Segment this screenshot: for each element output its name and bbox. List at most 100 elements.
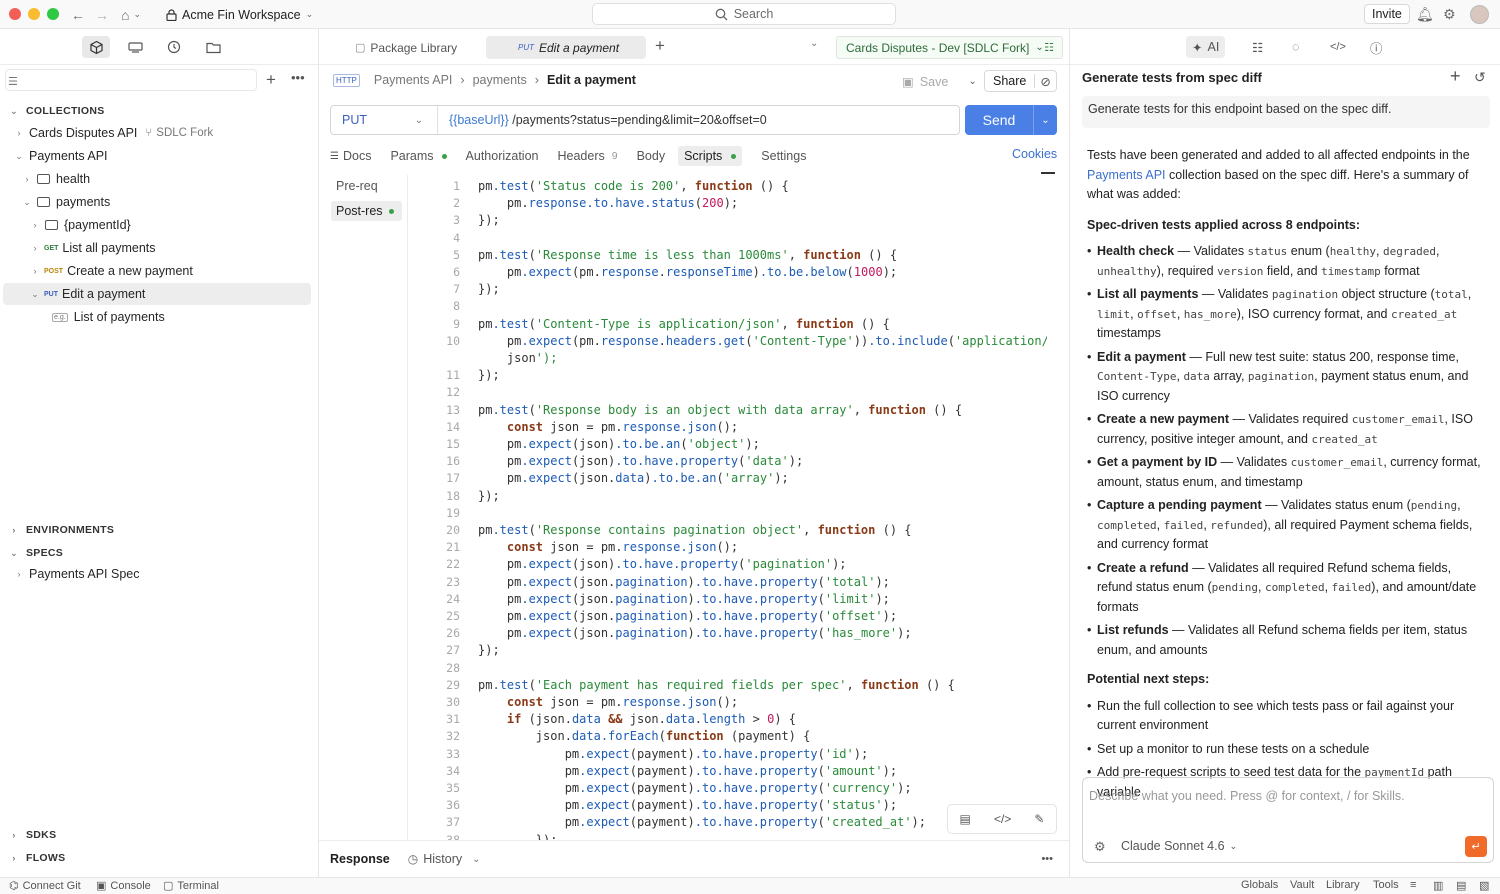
method-select[interactable]: PUT ⌄: [331, 106, 438, 134]
tools-button[interactable]: Tools: [1373, 879, 1399, 891]
sidebar-search-input[interactable]: [5, 69, 257, 91]
editor-menu-icon[interactable]: [1041, 172, 1055, 174]
editor-toolbar: ▤ </> ✎: [947, 804, 1057, 834]
ai-tab[interactable]: ✦ AI: [1186, 36, 1226, 58]
send-button[interactable]: Send ⌄: [965, 105, 1057, 135]
tree-item-create-payment[interactable]: › POST Create a new payment: [0, 260, 311, 282]
bell-icon[interactable]: 🔔︎: [1416, 5, 1434, 24]
tab-body[interactable]: Body: [637, 149, 666, 163]
tree-item-list-of-payments[interactable]: e.g. List of payments: [0, 306, 311, 328]
package-icon: ▢: [355, 42, 366, 54]
save-dropdown-icon[interactable]: ⌄: [968, 76, 976, 87]
tab-scripts[interactable]: Scripts: [678, 146, 743, 166]
tree-item-cards-disputes[interactable]: › Cards Disputes API ⑂ SDLC Fork: [0, 122, 311, 144]
history-tab[interactable]: History: [423, 852, 462, 866]
chevron-down-icon: ⌄: [305, 9, 314, 19]
cookies-link[interactable]: Cookies: [1012, 147, 1057, 161]
library-button[interactable]: Library: [1326, 879, 1360, 891]
chat-history-icon[interactable]: ↺: [1474, 69, 1486, 86]
save-button[interactable]: ▣ Save ⌄: [902, 74, 977, 90]
send-dropdown-icon[interactable]: ⌄: [1033, 105, 1057, 135]
history-icon[interactable]: [160, 36, 188, 58]
code-icon[interactable]: </>: [1324, 36, 1352, 58]
tab-package-library[interactable]: ▢ Package Library: [347, 36, 465, 59]
tab-docs[interactable]: ☰ Docs: [330, 149, 371, 163]
invite-button[interactable]: Invite: [1364, 4, 1410, 24]
globals-button[interactable]: Globals: [1241, 879, 1278, 891]
environments-section[interactable]: › ENVIRONMENTS: [9, 524, 114, 536]
code-editor[interactable]: 1 pm.test('Status code is 200', function …: [407, 175, 1047, 840]
example-badge: e.g.: [52, 312, 68, 322]
send-message-button[interactable]: ↵: [1465, 836, 1487, 857]
comments-icon[interactable]: ◌: [1286, 36, 1305, 58]
tree-item-payments-spec[interactable]: › Payments API Spec: [0, 563, 311, 585]
environment-selector[interactable]: Cards Disputes - Dev [SDLC Fork] ⌄ ☷: [836, 36, 1063, 59]
gear-icon[interactable]: ⚙: [1443, 5, 1456, 24]
chevron-down-icon[interactable]: ⌄: [472, 854, 480, 865]
forward-arrow-icon[interactable]: →: [95, 5, 109, 24]
settings-icon[interactable]: ⚙: [1094, 839, 1106, 855]
ai-wand-icon[interactable]: ✎: [1034, 812, 1044, 826]
tab-headers[interactable]: Headers 9: [558, 149, 618, 163]
tab-params[interactable]: Params: [390, 149, 447, 163]
back-arrow-icon[interactable]: ←: [71, 5, 85, 24]
folder-icon[interactable]: [199, 36, 227, 58]
tree-item-payments[interactable]: ⌄ payments: [0, 191, 311, 213]
code-icon[interactable]: </>: [994, 812, 1011, 826]
collection-link[interactable]: Payments API: [1087, 168, 1166, 182]
search-bar[interactable]: Search: [592, 3, 896, 25]
sdks-section[interactable]: › SDKS: [9, 829, 56, 841]
url-input[interactable]: {{baseUrl}} /payments?status=pending&lim…: [438, 113, 767, 127]
collections-icon[interactable]: [82, 36, 110, 58]
line-number: 14: [446, 419, 460, 434]
summary-list: Health check — Validates status enum (he…: [1087, 242, 1485, 660]
add-icon[interactable]: +: [266, 70, 276, 90]
model-selector[interactable]: Claude Sonnet 4.6 ⌄: [1121, 839, 1237, 853]
tree-item-health[interactable]: › health: [0, 168, 311, 190]
tab-pre-request[interactable]: Pre-req: [331, 177, 402, 195]
tab-settings[interactable]: Settings: [761, 149, 806, 163]
tab-authorization[interactable]: Authorization: [466, 149, 539, 163]
response-tab[interactable]: Response: [330, 852, 390, 866]
console-button[interactable]: ▣ Console: [96, 879, 151, 893]
info-icon[interactable]: ⓘ: [1364, 36, 1389, 58]
line-number: 38: [446, 832, 460, 840]
env-quicklook-icon[interactable]: ☷: [1044, 41, 1054, 54]
new-chat-icon[interactable]: +: [1450, 66, 1461, 87]
connect-git-button[interactable]: ⌬ Connect Git: [9, 879, 81, 893]
more-icon[interactable]: •••: [291, 70, 305, 85]
chat-input[interactable]: Describe what you need. Press @ for cont…: [1089, 789, 1405, 803]
more-icon[interactable]: •••: [1041, 853, 1053, 865]
share-button[interactable]: Share ⊘: [984, 70, 1057, 92]
breadcrumb-collection[interactable]: Payments API: [374, 73, 453, 87]
zoom-window-button[interactable]: [47, 8, 59, 20]
home-icon[interactable]: ⌂ ⌄: [121, 5, 141, 24]
environments-icon[interactable]: [121, 36, 149, 58]
layout-bottom-icon[interactable]: ▤: [1456, 879, 1466, 892]
layout-left-icon[interactable]: ▥: [1433, 879, 1443, 892]
avatar[interactable]: [1470, 5, 1489, 24]
tabs-dropdown-icon[interactable]: ⌄: [810, 38, 818, 49]
sliders-icon[interactable]: ≡: [1410, 879, 1416, 891]
terminal-button[interactable]: ▢ Terminal: [163, 879, 219, 893]
tree-item-list-all-payments[interactable]: › GET List all payments: [0, 237, 311, 259]
flows-section[interactable]: › FLOWS: [9, 852, 65, 864]
tab-edit-payment[interactable]: PUT Edit a payment: [486, 36, 646, 59]
tab-post-response[interactable]: Post-res: [331, 201, 402, 221]
close-window-button[interactable]: [9, 8, 21, 20]
collections-section[interactable]: ⌄ COLLECTIONS: [9, 105, 105, 117]
new-tab-icon[interactable]: +: [655, 36, 665, 56]
specs-section[interactable]: ⌄ SPECS: [9, 547, 63, 559]
tree-item-edit-payment[interactable]: ⌄ PUT Edit a payment: [3, 283, 311, 305]
tree-item-payment-id[interactable]: › {paymentId}: [0, 214, 311, 236]
vault-button[interactable]: Vault: [1290, 879, 1314, 891]
link-icon[interactable]: ⊘: [1035, 74, 1055, 89]
workspace-switcher[interactable]: Acme Fin Workspace ⌄: [166, 5, 313, 24]
snippets-icon[interactable]: ▤: [960, 812, 971, 826]
tree-item-payments-api[interactable]: ⌄ Payments API: [0, 145, 311, 167]
chat-title: Generate tests from spec diff: [1082, 70, 1262, 85]
breadcrumb-folder[interactable]: payments: [473, 73, 527, 87]
checklist-icon[interactable]: ☷: [1246, 36, 1269, 58]
layout-right-icon[interactable]: ▧: [1479, 879, 1489, 892]
minimize-window-button[interactable]: [28, 8, 40, 20]
